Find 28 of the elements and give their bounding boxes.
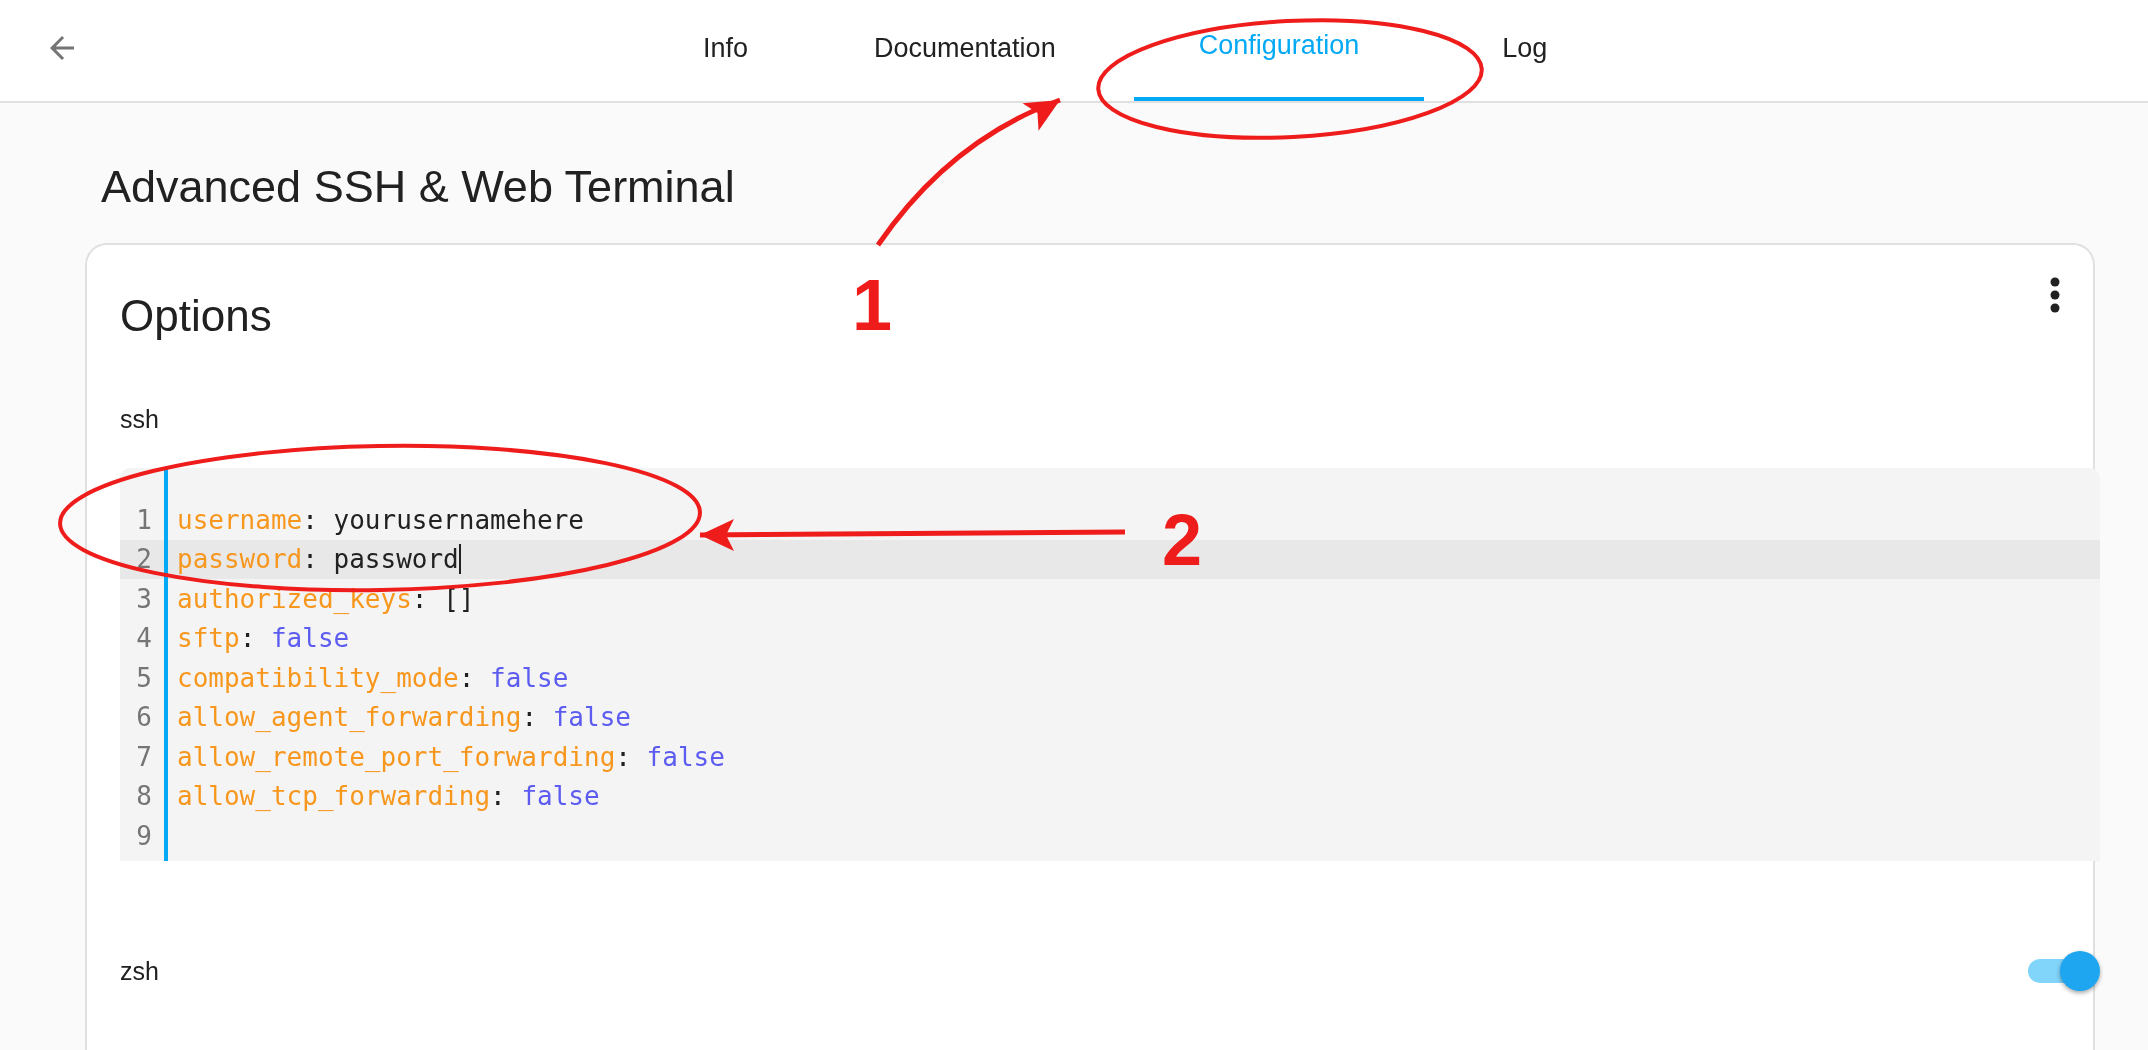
line-number: 6	[135, 702, 152, 733]
zsh-toggle[interactable]	[2028, 951, 2100, 991]
annotation-number: 1	[852, 265, 893, 345]
annotation-number: 2	[1162, 500, 1203, 580]
line-number: 9	[135, 820, 152, 851]
code-text: allow_tcp_forwarding: false	[177, 781, 600, 812]
code-text: compatibility_mode: false	[177, 662, 569, 693]
line-number: 3	[135, 583, 152, 614]
code-text: sftp: false	[177, 623, 350, 654]
field-label: ssh	[120, 405, 160, 434]
field-label: zsh	[120, 956, 159, 986]
line-number: 1	[135, 504, 152, 535]
line-number: 7	[135, 741, 152, 772]
code-text: authorized_keys: []	[177, 583, 475, 614]
tab[interactable]: Documentation	[826, 0, 1104, 101]
code-text: allow_agent_forwarding: false	[177, 702, 631, 733]
line-number: 2	[135, 544, 152, 575]
card-title: Options	[120, 291, 272, 341]
code-text: password: password	[177, 544, 461, 575]
line-number: 5	[135, 662, 152, 693]
more-options-icon[interactable]	[2049, 277, 2061, 313]
page-title: Advanced SSH & Web Terminal	[101, 161, 736, 213]
tab[interactable]: Info	[655, 0, 797, 101]
line-number: 8	[135, 781, 152, 812]
tab[interactable]: Log	[1454, 0, 1596, 101]
line-number: 4	[135, 623, 152, 654]
code-text: allow_remote_port_forwarding: false	[177, 741, 725, 772]
code-text: username: yourusernamehere	[177, 504, 584, 535]
